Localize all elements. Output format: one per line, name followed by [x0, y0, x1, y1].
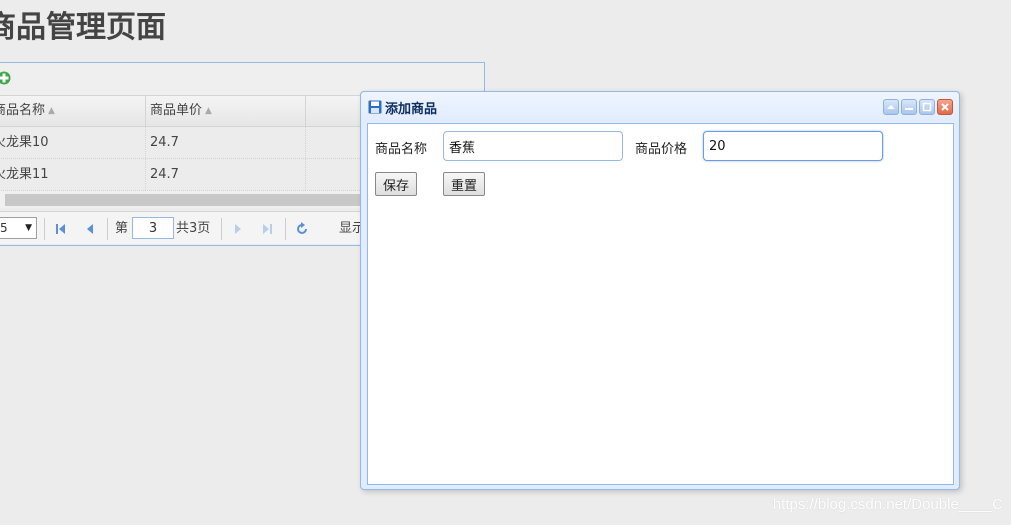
maximize-button[interactable]: [919, 99, 935, 115]
product-price-input[interactable]: [703, 131, 883, 161]
product-price-label: 商品价格: [635, 142, 688, 157]
prev-page-icon[interactable]: [83, 222, 97, 236]
first-page-icon[interactable]: [54, 222, 68, 236]
product-name-label: 商品名称: [375, 142, 428, 157]
close-icon: [941, 103, 949, 111]
add-icon[interactable]: [0, 71, 11, 85]
reset-button[interactable]: 重置: [443, 172, 486, 196]
collapse-icon: [887, 105, 895, 109]
collapse-button[interactable]: [883, 99, 899, 115]
minimize-icon: [905, 108, 913, 110]
watermark: https://blog.csdn.net/Double____C: [772, 496, 1003, 513]
minimize-button[interactable]: [901, 99, 917, 115]
refresh-icon[interactable]: [295, 222, 309, 236]
dialog-header[interactable]: 添加商品: [361, 92, 959, 122]
divider: [107, 218, 108, 240]
add-product-dialog: 添加商品 商品名称 商品价格 保存 重置: [360, 91, 960, 490]
divider: [44, 218, 45, 240]
save-icon: [368, 100, 382, 114]
page-title: 商品管理页面: [0, 10, 166, 45]
product-name-cell: 火龙果11: [0, 159, 146, 190]
sort-icon: ▲: [48, 106, 55, 116]
dialog-title: 添加商品: [385, 102, 438, 117]
dialog-body: 商品名称 商品价格 保存 重置: [367, 123, 954, 485]
product-price-cell: 24.7: [146, 127, 306, 158]
divider: [285, 218, 286, 240]
product-price-cell: 24.7: [146, 159, 306, 190]
sort-icon: ▲: [205, 106, 212, 116]
last-page-icon[interactable]: [260, 222, 274, 236]
column-header-name[interactable]: 商品名称▲: [0, 96, 146, 127]
column-header-label: 商品单价: [150, 103, 203, 118]
page-number-input[interactable]: [132, 217, 174, 239]
divider: [221, 218, 222, 240]
product-name-cell: 火龙果10: [0, 127, 146, 158]
product-name-input[interactable]: [443, 131, 623, 161]
page-size-value: 5: [0, 221, 8, 235]
close-button[interactable]: [937, 99, 953, 115]
page-prefix-label: 第: [115, 221, 129, 236]
maximize-icon: [922, 102, 932, 112]
page-size-select[interactable]: 5 ▼: [0, 217, 37, 239]
column-header-label: 商品名称: [0, 103, 46, 118]
total-pages-label: 共3页: [176, 221, 211, 236]
column-header-price[interactable]: 商品单价 ▲: [146, 96, 306, 127]
save-button[interactable]: 保存: [375, 172, 418, 196]
chevron-down-icon: ▼: [25, 223, 32, 233]
next-page-icon[interactable]: [231, 222, 245, 236]
